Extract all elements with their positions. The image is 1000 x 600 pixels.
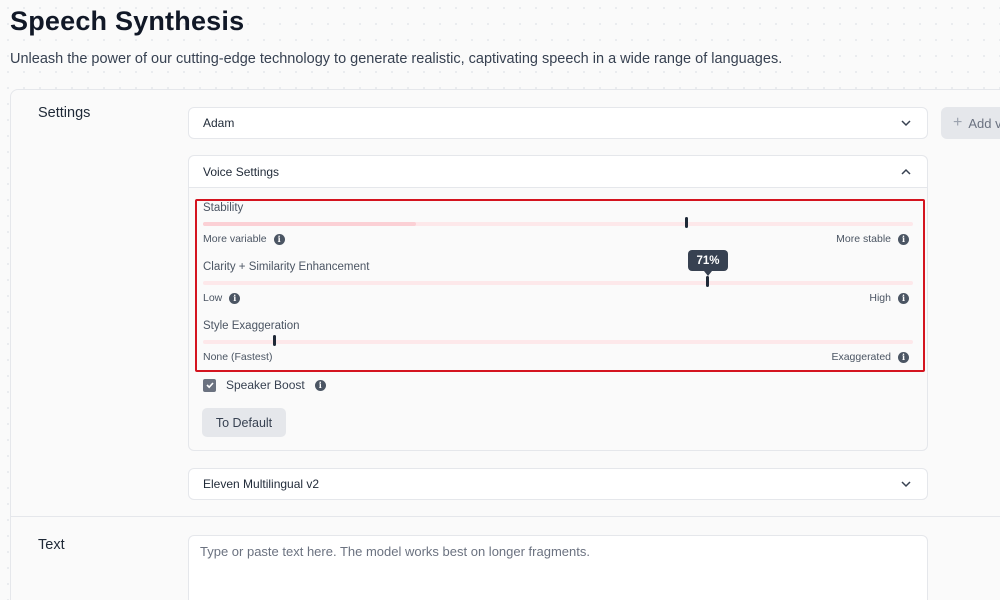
- stability-label: Stability: [203, 202, 244, 214]
- style-thumb[interactable]: [273, 335, 276, 346]
- chevron-down-icon: [899, 477, 913, 491]
- style-min-label: None (Fastest): [203, 351, 273, 363]
- clarity-label: Clarity + Similarity Enhancement: [203, 261, 370, 273]
- style-max-hint: Exaggerated i: [831, 351, 909, 363]
- style-label: Style Exaggeration: [203, 320, 300, 332]
- stability-min-label: More variable: [203, 233, 267, 245]
- clarity-max-label: High: [869, 292, 891, 304]
- info-icon[interactable]: i: [898, 351, 909, 363]
- style-max-label: Exaggerated: [831, 351, 891, 363]
- voice-settings-title: Voice Settings: [203, 164, 280, 179]
- page-subtitle: Unleash the power of our cutting-edge te…: [10, 51, 783, 67]
- info-icon[interactable]: i: [898, 292, 909, 304]
- stability-slider[interactable]: [203, 217, 913, 228]
- chevron-down-icon: [899, 116, 913, 130]
- checkmark-icon: [205, 382, 214, 389]
- clarity-slider[interactable]: [203, 276, 913, 287]
- stability-max-hint: More stable i: [836, 233, 909, 245]
- style-slider[interactable]: [203, 335, 913, 346]
- model-select[interactable]: Eleven Multilingual v2: [188, 468, 928, 500]
- speaker-boost: Speaker Boost i: [203, 378, 326, 392]
- info-icon[interactable]: i: [314, 379, 326, 391]
- info-icon[interactable]: i: [229, 292, 241, 304]
- speaker-boost-checkbox[interactable]: [203, 378, 216, 392]
- clarity-tooltip: 71%: [688, 250, 728, 276]
- settings-label: Settings: [38, 105, 91, 121]
- section-divider: [10, 516, 1000, 517]
- page-title: Speech Synthesis: [10, 6, 245, 36]
- stability-min-hint: More variable i: [203, 233, 285, 245]
- chevron-up-icon: [899, 165, 913, 179]
- info-icon[interactable]: i: [898, 233, 909, 245]
- style-min-hint: None (Fastest): [203, 351, 272, 363]
- add-voice-label: Add v: [968, 115, 1000, 131]
- text-input[interactable]: Type or paste text here. The model works…: [188, 535, 928, 600]
- stability-max-label: More stable: [836, 233, 891, 245]
- voice-select[interactable]: Adam: [188, 107, 928, 139]
- plus-icon: +: [953, 114, 963, 131]
- voice-select-value: Adam: [203, 116, 235, 130]
- clarity-min-hint: Low i: [203, 292, 241, 304]
- voice-settings-header[interactable]: Voice Settings: [189, 156, 927, 188]
- clarity-max-hint: High i: [869, 292, 909, 304]
- speaker-boost-label: Speaker Boost: [226, 378, 305, 392]
- clarity-thumb[interactable]: [706, 276, 710, 287]
- add-voice-button[interactable]: + Add v: [941, 107, 1000, 139]
- stability-thumb[interactable]: [684, 217, 688, 228]
- text-label: Text: [38, 537, 65, 553]
- info-icon[interactable]: i: [273, 233, 285, 245]
- model-select-value: Eleven Multilingual v2: [203, 477, 320, 491]
- stability-fill: [203, 222, 416, 226]
- clarity-min-label: Low: [203, 292, 223, 304]
- to-default-button[interactable]: To Default: [202, 408, 286, 437]
